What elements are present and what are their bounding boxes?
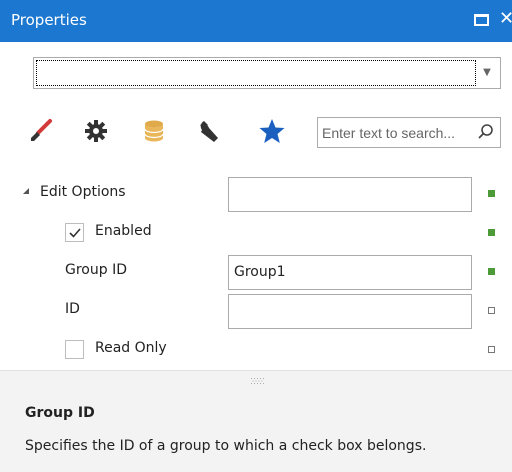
database-icon[interactable] — [138, 115, 170, 147]
category-label: Edit Options — [40, 184, 126, 200]
properties-titlebar: Properties ✕ — [0, 0, 512, 42]
property-grid: Edit Options Enabled Group ID Group1 ID — [0, 175, 512, 370]
description-panel: Group ID Specifies the ID of a group to … — [0, 392, 512, 472]
object-selector[interactable]: ▼ — [33, 57, 501, 89]
object-selector-value — [36, 60, 476, 86]
property-search-box[interactable] — [317, 117, 501, 148]
property-row-read-only[interactable]: Read Only — [0, 331, 512, 370]
gear-icon[interactable] — [80, 115, 112, 147]
properties-toolbar — [0, 105, 512, 157]
close-button[interactable]: ✕ — [499, 8, 512, 30]
group-id-value: Group1 — [234, 264, 286, 280]
property-row-group-id[interactable]: Group ID Group1 — [0, 253, 512, 292]
default-marker-icon — [488, 307, 495, 314]
description-splitter[interactable] — [0, 370, 512, 392]
wrench-icon[interactable] — [194, 115, 226, 147]
category-value-field[interactable] — [228, 177, 472, 212]
group-id-field[interactable]: Group1 — [228, 255, 472, 290]
grip-icon — [251, 378, 264, 384]
search-input[interactable] — [322, 122, 472, 143]
default-marker-icon — [488, 346, 495, 353]
description-text: Specifies the ID of a group to which a c… — [25, 438, 427, 454]
modified-marker-icon — [488, 229, 495, 236]
property-label: Read Only — [95, 340, 167, 356]
checkmark-icon — [69, 228, 81, 238]
category-row-edit-options[interactable]: Edit Options — [0, 175, 512, 214]
property-label: ID — [65, 301, 80, 317]
panel-title: Properties — [11, 11, 87, 29]
property-label: Group ID — [65, 262, 127, 278]
collapse-arrow-icon[interactable] — [23, 188, 29, 194]
id-field[interactable] — [228, 294, 472, 329]
enabled-checkbox[interactable] — [65, 223, 84, 242]
star-icon[interactable] — [256, 115, 288, 147]
maximize-button[interactable] — [474, 14, 489, 26]
property-row-id[interactable]: ID — [0, 292, 512, 331]
property-label: Enabled — [95, 223, 152, 239]
modified-marker-icon — [488, 190, 495, 197]
brush-icon[interactable] — [25, 115, 57, 147]
read-only-checkbox[interactable] — [65, 340, 84, 359]
search-icon[interactable] — [476, 122, 496, 142]
description-title: Group ID — [25, 405, 95, 421]
dropdown-arrow-icon[interactable]: ▼ — [474, 58, 500, 88]
property-row-enabled[interactable]: Enabled — [0, 214, 512, 253]
modified-marker-icon — [488, 268, 495, 275]
